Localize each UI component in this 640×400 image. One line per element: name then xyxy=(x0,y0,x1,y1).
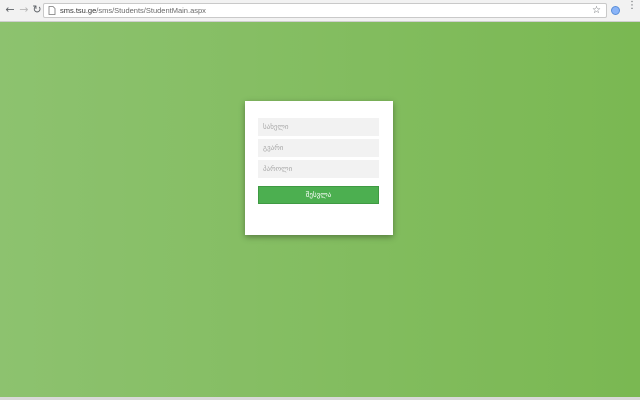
login-button[interactable]: შესვლა xyxy=(258,186,379,204)
page-background: შესვლა xyxy=(0,22,640,397)
last-name-input[interactable] xyxy=(258,139,379,157)
url-host: sms.tsu.ge xyxy=(60,6,97,15)
reload-icon[interactable]: ↻ xyxy=(31,4,43,16)
password-input[interactable] xyxy=(258,160,379,178)
browser-toolbar: ← → ↻ sms.tsu.ge/sms/Students/StudentMai… xyxy=(0,0,640,22)
url-path: /sms/Students/StudentMain.aspx xyxy=(96,6,206,15)
star-icon[interactable]: ☆ xyxy=(592,4,601,17)
address-bar[interactable]: sms.tsu.ge/sms/Students/StudentMain.aspx… xyxy=(43,3,607,18)
extension-icon[interactable] xyxy=(611,6,620,15)
back-arrow-icon[interactable]: ← xyxy=(4,4,16,16)
login-card: შესვლა xyxy=(245,101,393,235)
menu-icon[interactable]: ⋮ xyxy=(627,1,637,11)
page-icon xyxy=(48,6,56,15)
url-text: sms.tsu.ge/sms/Students/StudentMain.aspx xyxy=(60,4,206,17)
forward-arrow-icon[interactable]: → xyxy=(18,4,30,16)
first-name-input[interactable] xyxy=(258,118,379,136)
